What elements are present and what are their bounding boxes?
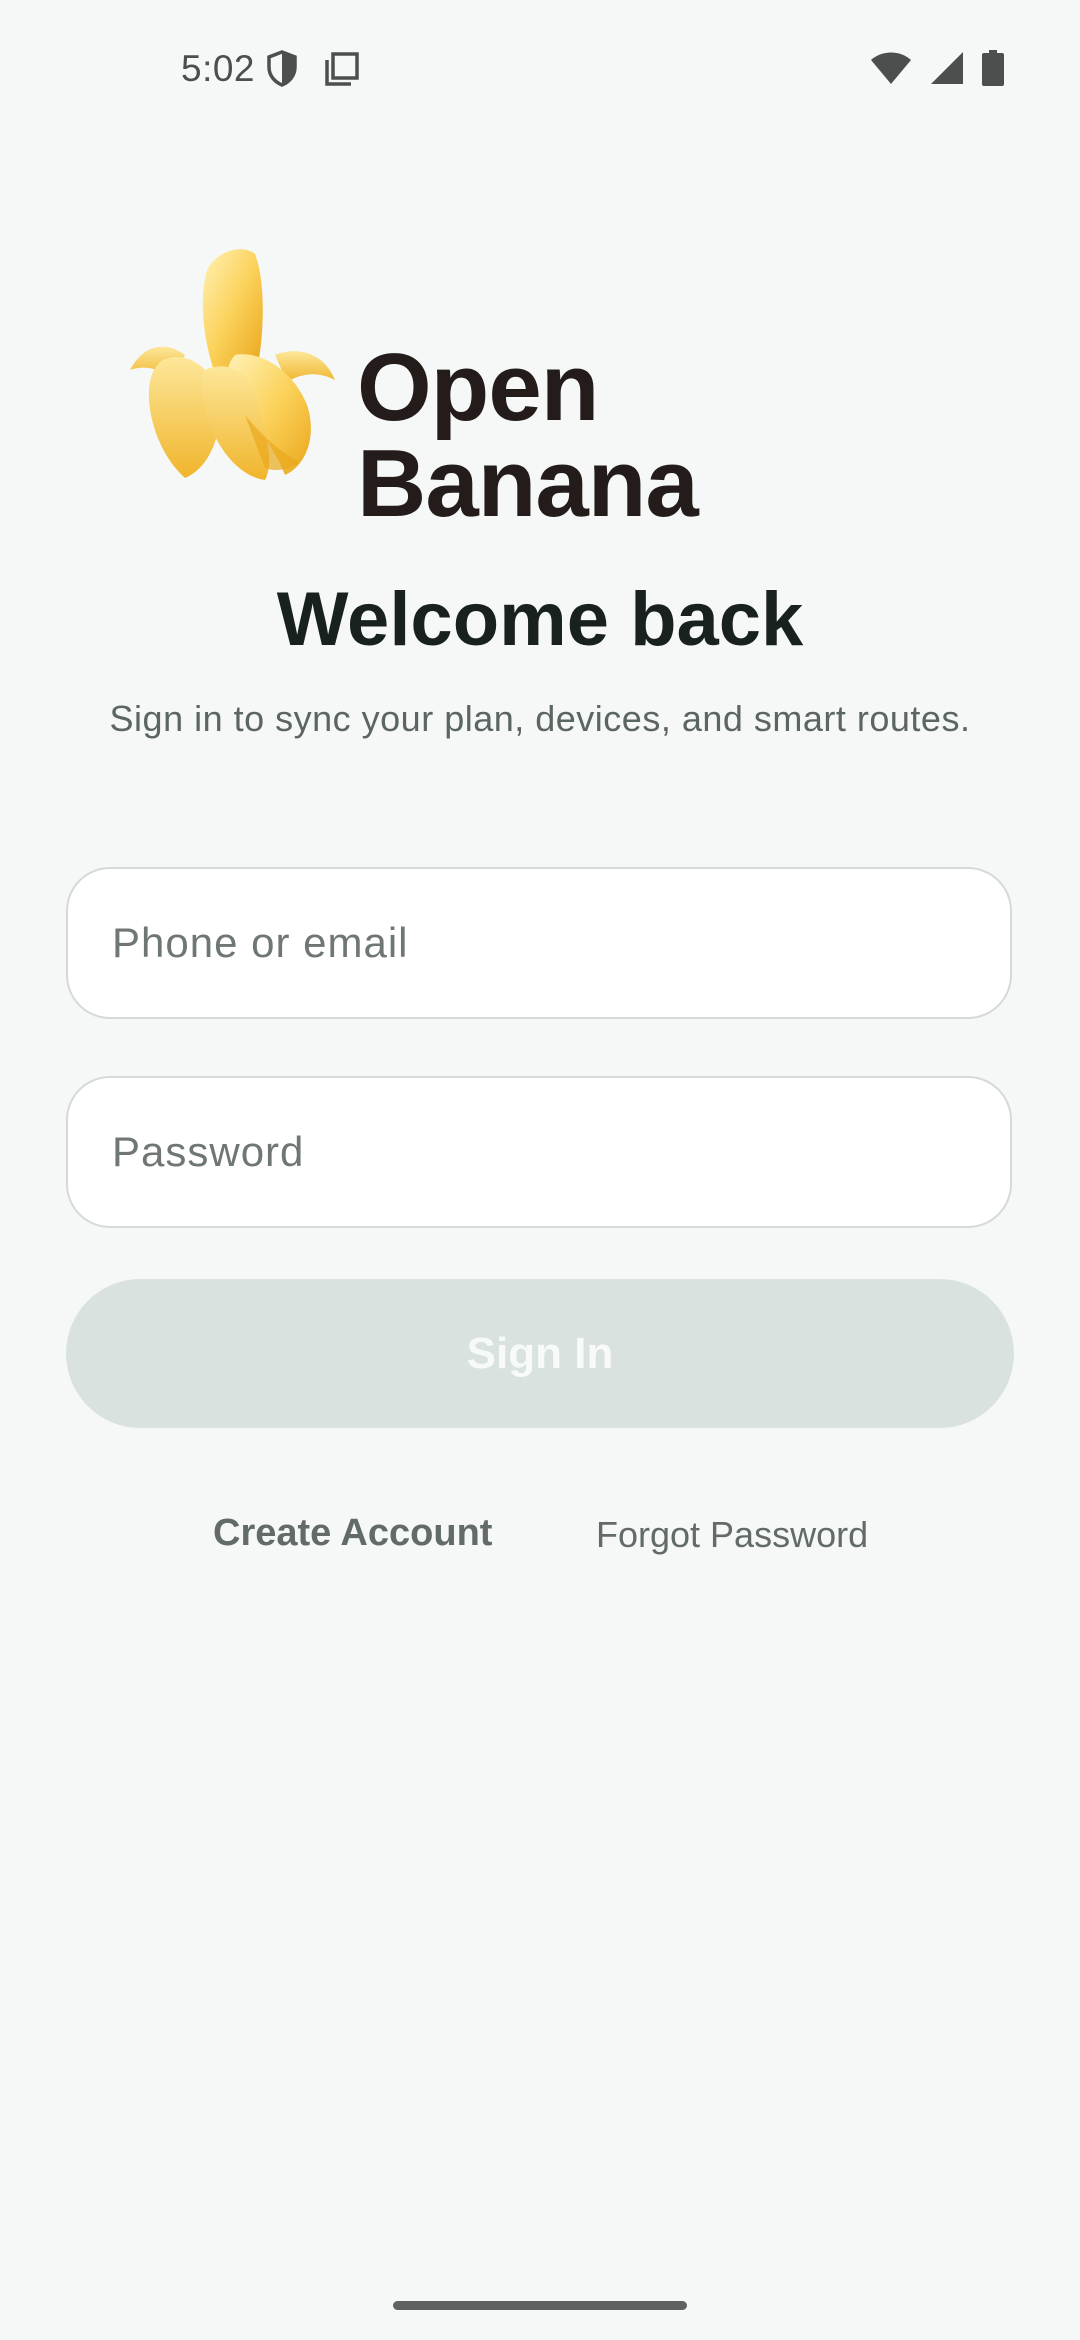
- page-title: Welcome back: [276, 577, 804, 662]
- page-subtitle: Sign in to sync your plan, devices, and …: [109, 698, 971, 739]
- signal-icon: [930, 51, 964, 90]
- brand-logo: Open Banana: [125, 240, 955, 532]
- status-bar: 5:02: [0, 0, 1080, 140]
- battery-icon: [982, 50, 1004, 91]
- brand-wordmark: Open Banana: [357, 334, 699, 537]
- home-indicator[interactable]: [393, 2301, 687, 2310]
- password-field-container: [66, 1076, 1012, 1228]
- forgot-password-link[interactable]: Forgot Password: [596, 1514, 868, 1556]
- copy-icon: [324, 51, 360, 92]
- phone-email-input[interactable]: [68, 869, 1010, 1017]
- wifi-icon: [870, 51, 912, 90]
- password-input[interactable]: [68, 1078, 1010, 1226]
- status-left-icons: [266, 50, 360, 93]
- shield-icon: [266, 50, 298, 93]
- phone-email-field-container: [66, 867, 1012, 1019]
- status-time: 5:02: [181, 48, 256, 89]
- status-right-icons: [870, 50, 1004, 91]
- sign-in-button[interactable]: Sign In: [66, 1279, 1014, 1428]
- create-account-link[interactable]: Create Account: [213, 1512, 492, 1555]
- banana-icon: [125, 240, 345, 490]
